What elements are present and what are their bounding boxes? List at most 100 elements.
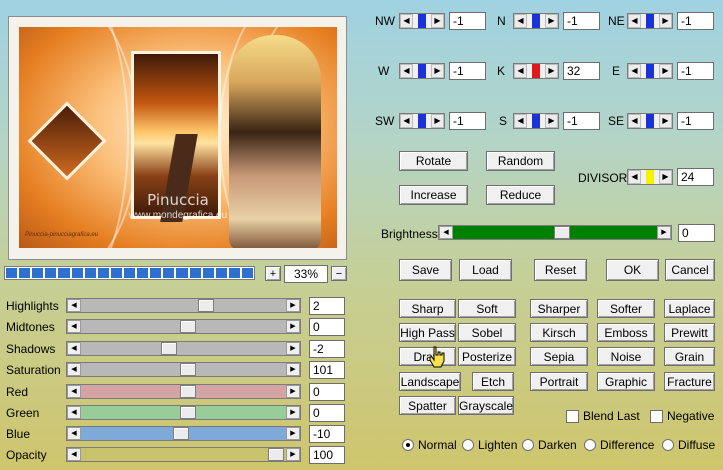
green-thumb[interactable] [180,406,197,419]
filter-sobel-button[interactable]: Sobel [458,323,516,342]
midtones-slider[interactable]: ◀ ▶ [66,319,301,334]
filter-landscape-button[interactable]: Landscape [399,372,461,391]
arrow-right-icon[interactable]: ▶ [286,385,300,398]
filter-laplace-button[interactable]: Laplace [664,299,715,318]
arrow-right-icon[interactable]: ▶ [659,64,672,78]
arrow-right-icon[interactable]: ▶ [286,342,300,355]
arrow-right-icon[interactable]: ▶ [431,64,444,78]
arrow-right-icon[interactable]: ▶ [286,427,300,440]
arrow-left-icon[interactable]: ◀ [67,448,81,461]
arrow-right-icon[interactable]: ▶ [545,64,558,78]
highlights-field[interactable]: 2 [309,297,345,315]
saturation-field[interactable]: 101 [309,361,345,379]
kernel-stepper-nw[interactable]: ◀ ▶ [399,13,445,29]
blue-slider[interactable]: ◀ ▶ [66,426,301,441]
radio-lighten[interactable] [462,439,474,451]
ok-button[interactable]: OK [606,259,659,281]
kernel-stepper-s[interactable]: ◀ ▶ [513,113,559,129]
zoom-out-button[interactable]: − [331,266,347,281]
kernel-thumb-w[interactable] [418,64,426,78]
kernel-thumb-sw[interactable] [418,114,426,128]
load-button[interactable]: Load [459,259,512,281]
opacity-field[interactable]: 100 [309,446,345,464]
filter-fracture-button[interactable]: Fracture [664,372,715,391]
radio-darken[interactable] [522,439,534,451]
filter-softer-button[interactable]: Softer [597,299,655,318]
kernel-thumb-nw[interactable] [418,14,426,28]
random-button[interactable]: Random [486,151,555,171]
shadows-thumb[interactable] [161,342,178,355]
arrow-right-icon[interactable]: ▶ [431,14,444,28]
filter-noise-button[interactable]: Noise [597,347,655,366]
arrow-left-icon[interactable]: ◀ [67,299,81,312]
arrow-right-icon[interactable]: ▶ [286,406,300,419]
kernel-field-ne[interactable]: -1 [677,12,714,30]
divisor-thumb[interactable] [646,170,654,184]
red-field[interactable]: 0 [309,383,345,401]
arrow-right-icon[interactable]: ▶ [545,114,558,128]
filter-portrait-button[interactable]: Portrait [530,372,588,391]
highlights-thumb[interactable] [197,299,214,312]
shadows-slider[interactable]: ◀ ▶ [66,341,301,356]
arrow-right-icon[interactable]: ▶ [286,363,300,376]
filter-high-pass-button[interactable]: High Pass [399,323,456,342]
reduce-button[interactable]: Reduce [486,185,555,205]
kernel-thumb-ne[interactable] [646,14,654,28]
kernel-field-sw[interactable]: -1 [449,112,486,130]
filter-spatter-button[interactable]: Spatter [399,396,456,415]
reset-button[interactable]: Reset [534,259,587,281]
green-slider[interactable]: ◀ ▶ [66,405,301,420]
kernel-field-s[interactable]: -1 [563,112,600,130]
arrow-left-icon[interactable]: ◀ [67,385,81,398]
kernel-stepper-se[interactable]: ◀ ▶ [627,113,673,129]
arrow-left-icon[interactable]: ◀ [67,406,81,419]
divisor-field[interactable]: 24 [677,168,714,186]
zoom-in-button[interactable]: + [265,266,281,281]
blend-last-checkbox[interactable] [566,410,579,423]
filter-soft-button[interactable]: Soft [458,299,516,318]
red-slider[interactable]: ◀ ▶ [66,384,301,399]
kernel-field-e[interactable]: -1 [677,62,714,80]
arrow-right-icon[interactable]: ▶ [286,299,300,312]
arrow-left-icon[interactable]: ◀ [67,342,81,355]
filter-sepia-button[interactable]: Sepia [530,347,588,366]
arrow-right-icon[interactable]: ▶ [545,14,558,28]
arrow-left-icon[interactable]: ◀ [439,226,453,239]
kernel-thumb-k[interactable] [532,64,540,78]
kernel-field-se[interactable]: -1 [677,112,714,130]
arrow-right-icon[interactable]: ▶ [286,448,300,461]
midtones-field[interactable]: 0 [309,318,345,336]
radio-difference[interactable] [584,439,596,451]
filter-kirsch-button[interactable]: Kirsch [530,323,588,342]
arrow-left-icon[interactable]: ◀ [67,363,81,376]
kernel-thumb-se[interactable] [646,114,654,128]
arrow-right-icon[interactable]: ▶ [659,170,672,184]
filter-posterize-button[interactable]: Posterize [458,347,516,366]
increase-button[interactable]: Increase [399,185,468,205]
divisor-stepper[interactable]: ◀ ▶ [627,169,673,185]
brightness-field[interactable]: 0 [678,224,715,242]
kernel-field-nw[interactable]: -1 [449,12,486,30]
filter-grain-button[interactable]: Grain [664,347,715,366]
arrow-left-icon[interactable]: ◀ [514,64,527,78]
arrow-left-icon[interactable]: ◀ [400,64,413,78]
brightness-thumb[interactable] [553,226,570,239]
brightness-slider[interactable]: ◀ ▶ [438,225,672,240]
kernel-stepper-e[interactable]: ◀ ▶ [627,63,673,79]
filter-grayscale-button[interactable]: Grayscale [458,396,514,415]
arrow-left-icon[interactable]: ◀ [628,114,641,128]
save-button[interactable]: Save [399,259,452,281]
midtones-thumb[interactable] [180,320,197,333]
negative-checkbox[interactable] [650,410,663,423]
filter-etch-button[interactable]: Etch [472,372,514,391]
arrow-right-icon[interactable]: ▶ [286,320,300,333]
arrow-right-icon[interactable]: ▶ [659,114,672,128]
kernel-stepper-k[interactable]: ◀ ▶ [513,63,559,79]
filter-prewitt-button[interactable]: Prewitt [664,323,715,342]
filter-sharper-button[interactable]: Sharper [530,299,588,318]
arrow-left-icon[interactable]: ◀ [67,427,81,440]
saturation-slider[interactable]: ◀ ▶ [66,362,301,377]
radio-diffuse[interactable] [662,439,674,451]
radio-normal[interactable] [402,439,414,451]
filter-sharp-button[interactable]: Sharp [399,299,456,318]
